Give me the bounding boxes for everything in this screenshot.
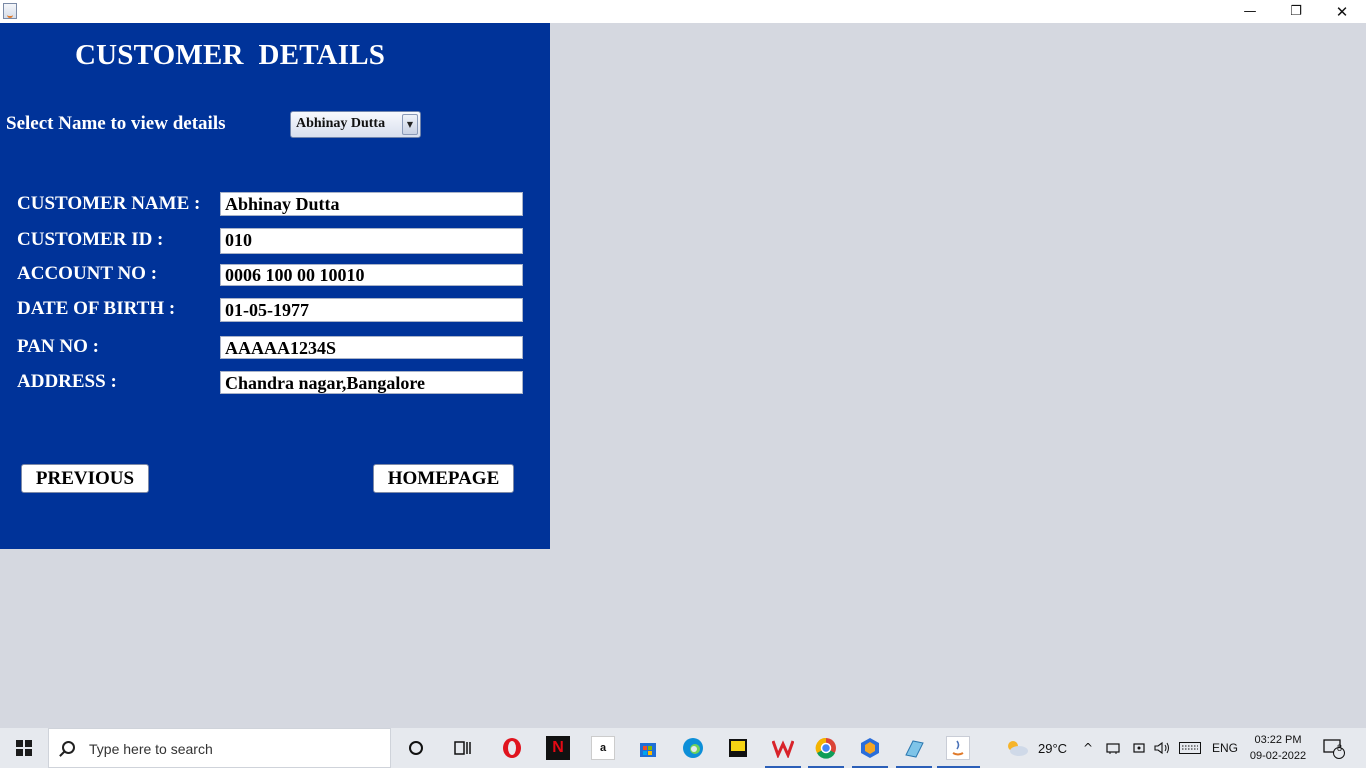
page-title: CUSTOMER DETAILS: [75, 39, 386, 71]
previous-button[interactable]: PREVIOUS: [21, 464, 149, 493]
customer-name-field[interactable]: Abhinay Dutta: [220, 192, 523, 216]
paint-icon[interactable]: [902, 736, 926, 760]
window-titlebar: — ❐ ✕: [0, 0, 1366, 23]
customer-details-panel: CUSTOMER DETAILS Select Name to view det…: [0, 23, 550, 549]
weather-widget[interactable]: 29°C: [1004, 728, 1067, 768]
weather-icon: [1008, 741, 1028, 756]
homepage-button[interactable]: HOMEPAGE: [373, 464, 514, 493]
close-button[interactable]: ✕: [1319, 0, 1365, 23]
chrome-icon[interactable]: [814, 736, 838, 760]
app-icon[interactable]: [858, 736, 882, 760]
customer-name-select[interactable]: Abhinay Dutta ▼: [290, 111, 421, 138]
show-hidden-icons-chevron-icon[interactable]: ^: [1083, 728, 1093, 768]
select-value: Abhinay Dutta: [296, 116, 386, 131]
account-no-field[interactable]: 0006 100 00 10010: [220, 264, 523, 286]
account-no-label: ACCOUNT NO :: [17, 263, 158, 284]
notification-count: 8: [1337, 743, 1343, 753]
wps-icon[interactable]: [771, 736, 795, 760]
chevron-down-icon[interactable]: ▼: [402, 114, 418, 135]
start-button[interactable]: [0, 728, 48, 768]
select-name-label: Select Name to view details: [6, 113, 226, 134]
customer-id-label: CUSTOMER ID :: [17, 229, 164, 250]
windows-icon: [16, 740, 32, 756]
pan-no-label: PAN NO :: [17, 336, 99, 357]
date-of-birth-field[interactable]: 01-05-1977: [220, 298, 523, 322]
minimize-button[interactable]: —: [1227, 0, 1273, 23]
network-icon[interactable]: [1106, 728, 1122, 768]
customer-name-label: CUSTOMER NAME :: [17, 193, 201, 214]
cortana-icon[interactable]: [404, 736, 428, 760]
java-icon[interactable]: [946, 736, 970, 760]
java-app-icon: [3, 3, 17, 19]
volume-icon[interactable]: [1154, 728, 1172, 768]
taskbar-search-box[interactable]: Type here to search: [48, 728, 391, 768]
clock-date: 09-02-2022: [1249, 750, 1307, 762]
temperature: 29°C: [1038, 740, 1068, 756]
customer-id-field[interactable]: 010: [220, 228, 523, 254]
date-of-birth-label: DATE OF BIRTH :: [17, 298, 176, 319]
clock-time: 03:22 PM: [1254, 734, 1302, 746]
address-label: ADDRESS :: [17, 371, 117, 392]
task-view-icon[interactable]: [451, 736, 475, 760]
edge-icon[interactable]: [681, 736, 705, 760]
meet-icon[interactable]: [1132, 728, 1146, 768]
taskbar: Type here to search N a 29°C ^ ENG 03:22…: [0, 728, 1366, 768]
notification-center-icon[interactable]: 8: [1322, 728, 1346, 768]
sticky-notes-icon[interactable]: [726, 736, 750, 760]
keyboard-icon[interactable]: [1179, 728, 1201, 768]
pan-no-field[interactable]: AAAAA1234S: [220, 336, 523, 359]
search-icon: [62, 741, 75, 754]
address-field[interactable]: Chandra nagar,Bangalore: [220, 371, 523, 394]
language-indicator[interactable]: ENG: [1212, 728, 1238, 768]
microsoft-store-icon[interactable]: [636, 736, 660, 760]
search-placeholder: Type here to search: [89, 741, 213, 757]
opera-icon[interactable]: [500, 736, 524, 760]
system-clock[interactable]: 03:22 PM 09-02-2022: [1244, 732, 1312, 764]
restore-button[interactable]: ❐: [1273, 0, 1319, 23]
amazon-icon[interactable]: a: [591, 736, 615, 760]
netflix-icon[interactable]: N: [546, 736, 570, 760]
